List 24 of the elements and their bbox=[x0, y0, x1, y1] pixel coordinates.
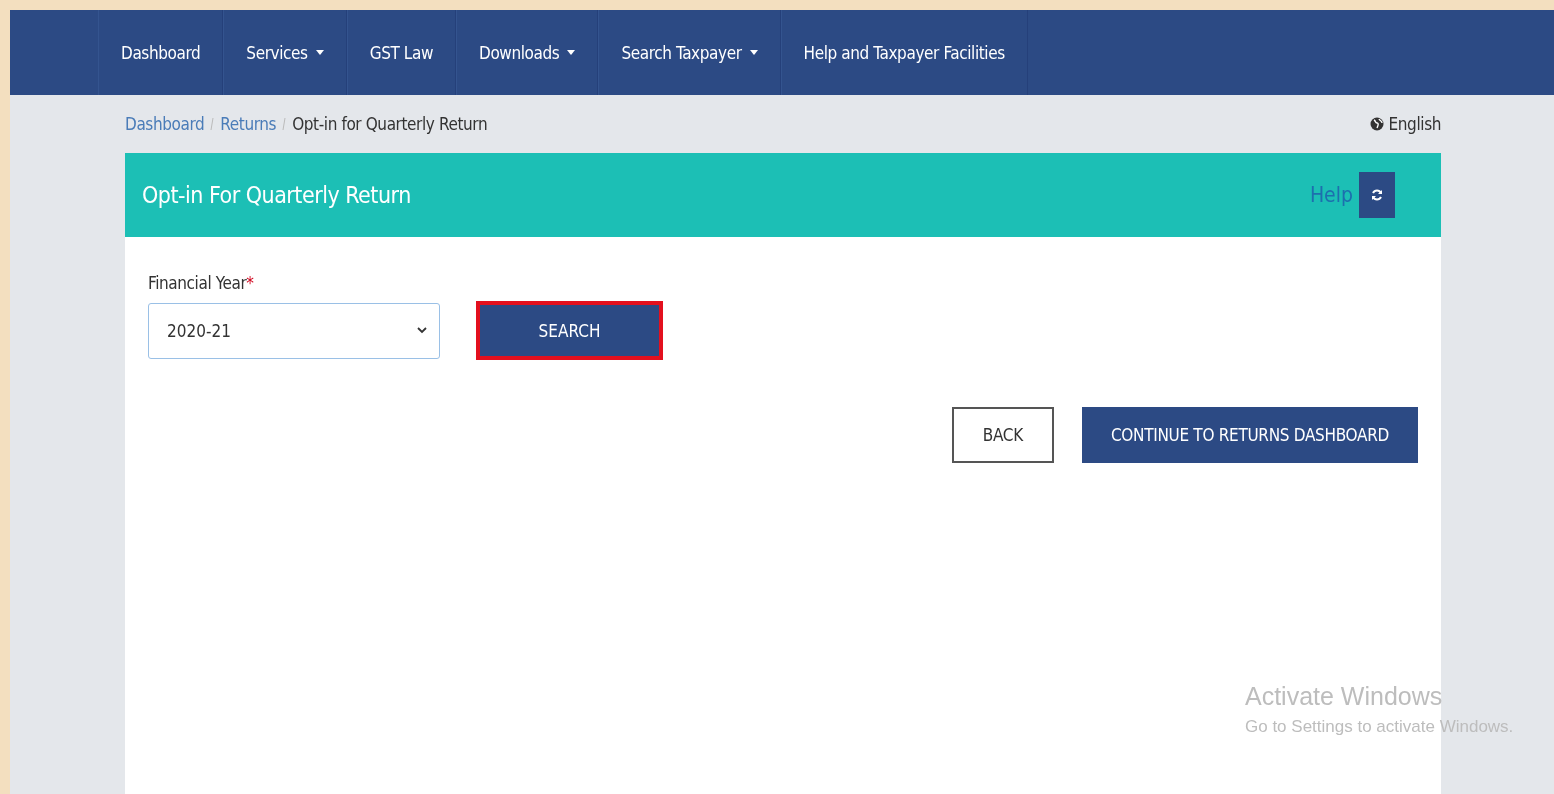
continue-button[interactable]: CONTINUE TO RETURNS DASHBOARD bbox=[1081, 407, 1418, 463]
back-button[interactable]: BACK bbox=[951, 407, 1054, 463]
refresh-icon bbox=[1370, 188, 1384, 202]
language-link[interactable]: English bbox=[1388, 114, 1441, 134]
nav-item[interactable]: Dashboard bbox=[98, 10, 224, 95]
panel-title: Opt-in For Quarterly Return bbox=[142, 182, 411, 208]
chevron-icon bbox=[417, 327, 427, 334]
nav-item[interactable]: Search Taxpayer bbox=[598, 10, 781, 95]
nav-item[interactable]: Help and Taxpayer Facilities bbox=[780, 10, 1028, 95]
activation-title: Activate Windows bbox=[1245, 682, 1444, 711]
breadcrumb-link[interactable]: Dashboard bbox=[125, 114, 205, 134]
search-button[interactable]: SEARCH bbox=[476, 301, 663, 360]
field-label: Financial Year* bbox=[148, 273, 255, 293]
year-select[interactable]: 2020-21 bbox=[148, 302, 440, 359]
nav-item[interactable]: GST Law bbox=[346, 10, 457, 95]
globe-icon bbox=[1369, 117, 1384, 131]
nav-item[interactable]: Downloads bbox=[456, 10, 599, 95]
separator-icon bbox=[210, 117, 215, 131]
breadcrumb-link[interactable]: Returns bbox=[220, 114, 277, 134]
nav-item[interactable]: Services bbox=[223, 10, 347, 95]
refresh-button[interactable] bbox=[1359, 172, 1395, 218]
activation-text: Go to Settings to activate Windows. bbox=[1245, 717, 1514, 737]
breadcrumb-current: Opt-in for Quarterly Return bbox=[292, 114, 488, 134]
separator-icon bbox=[282, 117, 287, 131]
